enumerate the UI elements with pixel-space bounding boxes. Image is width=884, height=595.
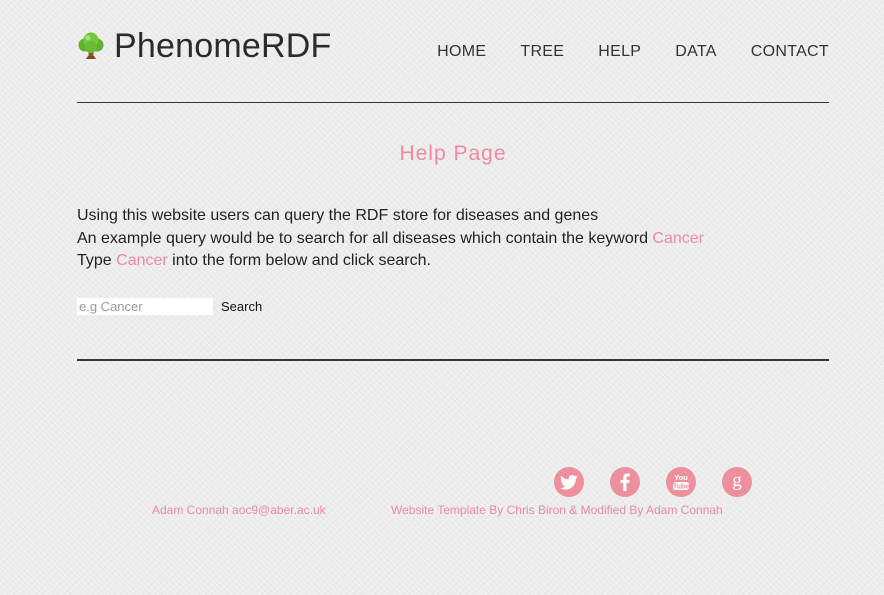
svg-text:Tube: Tube <box>673 484 689 491</box>
help-line-3-prefix: Type <box>77 252 117 269</box>
page-title: Help Page <box>399 142 507 165</box>
help-line-2: An example query would be to search for … <box>77 228 829 251</box>
twitter-button[interactable] <box>554 467 584 497</box>
site-logo-link[interactable]: PhenomeRDF <box>77 26 331 66</box>
site-title: PhenomeRDF <box>114 27 332 65</box>
header-divider <box>77 102 829 103</box>
footer-author: Adam Connah aoc9@aber.ac.uk <box>152 503 326 517</box>
nav-data[interactable]: DATA <box>675 43 717 61</box>
google-button[interactable]: g <box>722 467 752 497</box>
google-icon: g <box>732 472 742 491</box>
content-divider <box>77 359 829 361</box>
svg-text:You: You <box>674 473 688 482</box>
facebook-button[interactable] <box>610 467 640 497</box>
youtube-icon: You Tube <box>673 473 689 491</box>
search-input[interactable] <box>77 298 213 315</box>
svg-text:g: g <box>732 472 742 491</box>
footer-credit: Website Template By Chris Biron & Modifi… <box>391 503 723 517</box>
help-line-3: Type Cancer into the form below and clic… <box>77 250 829 273</box>
nav-tree[interactable]: TREE <box>520 43 564 61</box>
keyword-highlight: Cancer <box>652 229 704 247</box>
search-button[interactable]: Search <box>217 298 266 315</box>
tree-icon <box>78 32 104 59</box>
twitter-icon <box>560 474 578 490</box>
nav-contact[interactable]: CONTACT <box>751 43 829 61</box>
facebook-icon <box>620 473 630 491</box>
keyword-highlight: Cancer <box>116 252 168 269</box>
search-form: Search <box>77 298 266 315</box>
help-line-2-text: An example query would be to search for … <box>77 229 653 247</box>
main-nav: HOME TREE HELP DATA CONTACT <box>403 43 829 61</box>
youtube-button[interactable]: You Tube <box>666 467 696 497</box>
nav-home[interactable]: HOME <box>437 43 486 61</box>
social-links: You Tube g <box>554 467 752 497</box>
help-content: Using this website users can query the R… <box>77 205 829 273</box>
nav-help[interactable]: HELP <box>598 43 641 61</box>
help-line-3-suffix: into the form below and click search. <box>167 252 431 269</box>
page-wrapper: PhenomeRDF HOME TREE HELP DATA CONTACT H… <box>77 0 829 595</box>
help-line-1: Using this website users can query the R… <box>77 207 599 224</box>
